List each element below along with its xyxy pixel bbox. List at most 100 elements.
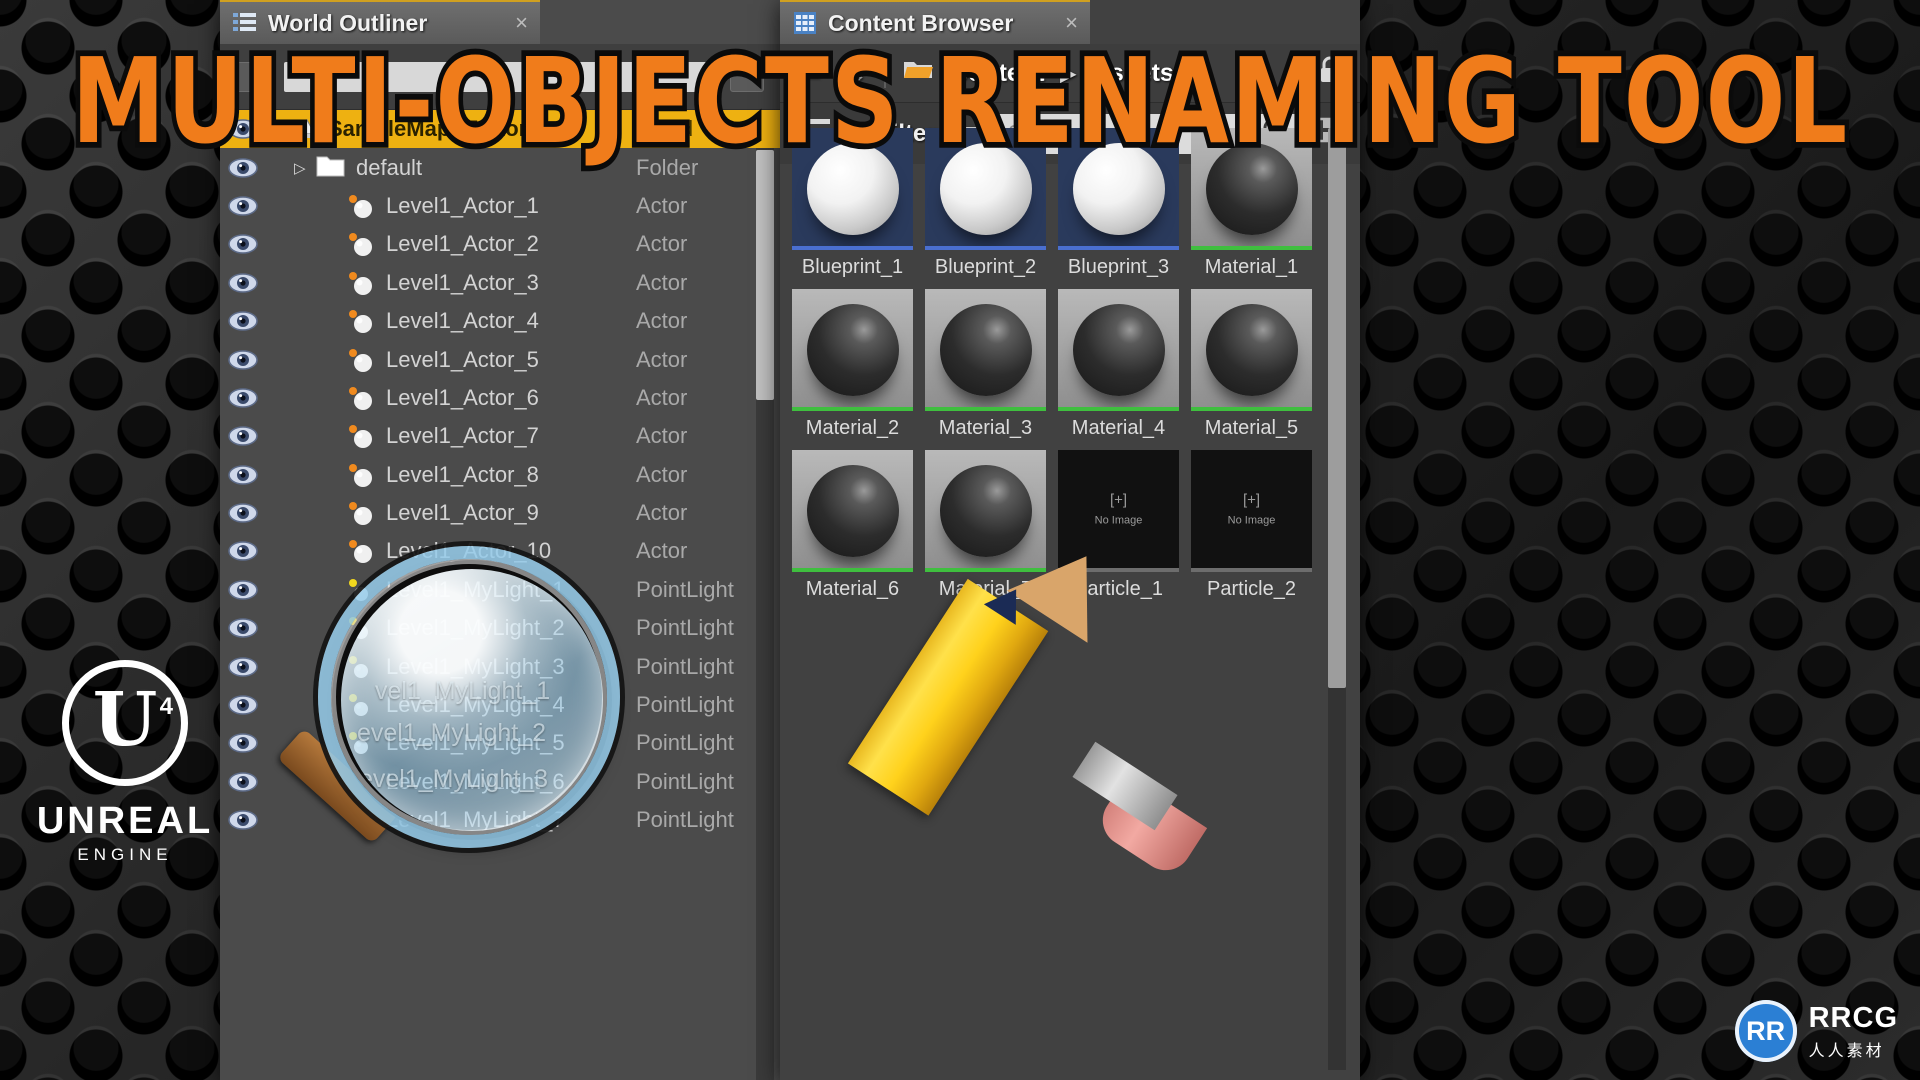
eye-icon[interactable]: [226, 272, 260, 294]
back-arrow-icon[interactable]: ←: [798, 58, 825, 89]
asset-thumbnail: [1058, 128, 1179, 250]
chevron-right-icon: ▶: [1189, 62, 1206, 85]
content-scrollbar-thumb[interactable]: [1328, 128, 1346, 688]
outliner-row[interactable]: Level1_MyLight_6 PointLight: [220, 763, 780, 801]
eye-icon[interactable]: [226, 157, 260, 179]
outliner-row[interactable]: Level1_Actor_10 Actor: [220, 532, 780, 570]
asset-item[interactable]: Material_2: [792, 289, 913, 440]
outliner-row[interactable]: Level1_Actor_2 Actor: [220, 225, 780, 263]
outliner-row[interactable]: Level1_Actor_5 Actor: [220, 340, 780, 378]
outliner-row[interactable]: Level1_MyLight_2 PointLight: [220, 609, 780, 647]
eye-icon[interactable]: [226, 771, 260, 793]
close-icon[interactable]: ×: [493, 12, 528, 34]
eye-icon[interactable]: [226, 233, 260, 255]
light-icon: [346, 575, 376, 605]
breadcrumb-assets[interactable]: Assets: [1092, 59, 1174, 88]
eye-icon[interactable]: [226, 656, 260, 678]
outliner-view-options-icon[interactable]: [236, 61, 270, 92]
eye-icon[interactable]: [226, 502, 260, 524]
outliner-row[interactable]: Level1_Actor_9 Actor: [220, 494, 780, 532]
light-icon: [346, 613, 376, 643]
asset-item[interactable]: Blueprint_3: [1058, 128, 1179, 279]
outliner-row[interactable]: ▷ default Folder: [220, 148, 780, 186]
eye-icon[interactable]: [226, 387, 260, 409]
actor-icon: [346, 421, 376, 451]
outliner-row-type: Actor: [636, 231, 688, 257]
outliner-row-type: PointLight: [636, 730, 734, 756]
outliner-row[interactable]: Level1_MyLight_5 PointLight: [220, 724, 780, 762]
outliner-row-type: PointLight: [636, 768, 734, 794]
asset-thumbnail: [792, 450, 913, 572]
outliner-row-type: Actor: [636, 308, 688, 334]
disclosure-triangle-icon[interactable]: ▷: [294, 159, 316, 177]
sphere-preview: [939, 143, 1032, 236]
eye-icon[interactable]: [226, 118, 260, 140]
actor-icon: [346, 306, 376, 336]
asset-item[interactable]: Material_6: [792, 450, 913, 601]
outliner-row[interactable]: Level1_MyLight_7 PointLight: [220, 801, 780, 839]
outliner-row-type: PointLight: [636, 576, 734, 602]
outliner-row-type: Actor: [636, 461, 688, 487]
outliner-row[interactable]: Level1_MyLight_3 PointLight: [220, 647, 780, 685]
asset-item[interactable]: Material_5: [1191, 289, 1312, 440]
outliner-row[interactable]: Level1_Actor_7 Actor: [220, 417, 780, 455]
asset-thumbnail: [792, 128, 913, 250]
outliner-row[interactable]: Level1_Actor_1 Actor: [220, 187, 780, 225]
asset-item[interactable]: [+] No Image Particle_2: [1191, 450, 1312, 601]
asset-item[interactable]: [+] No Image Particle_1: [1058, 450, 1179, 601]
outliner-row-label: Level1_Actor_5: [386, 346, 539, 372]
outliner-row[interactable]: Level1_MyLight_4 PointLight: [220, 686, 780, 724]
outliner-search-input[interactable]: [284, 61, 716, 92]
asset-name-label: Material_5: [1204, 417, 1299, 439]
asset-name-label: Material_6: [805, 578, 900, 600]
eye-icon[interactable]: [226, 732, 260, 754]
eye-icon[interactable]: [226, 809, 260, 831]
outliner-row-type: Actor: [636, 538, 688, 564]
asset-thumbnail: [925, 450, 1046, 572]
outliner-row-type: PointLight: [636, 653, 734, 679]
eye-icon[interactable]: [226, 349, 260, 371]
asset-item[interactable]: Material_7: [925, 450, 1046, 601]
unreal-logo-version: 4: [159, 693, 173, 720]
world-outliner-tab[interactable]: World Outliner ×: [220, 0, 540, 44]
eye-icon[interactable]: [226, 464, 260, 486]
asset-thumbnail: [1191, 289, 1312, 411]
no-image-placeholder: [+] No Image: [1094, 491, 1143, 527]
outliner-row-type: PointLight: [636, 807, 734, 833]
eye-icon[interactable]: [226, 694, 260, 716]
asset-name-label: Particle_1: [1074, 578, 1163, 600]
eye-icon[interactable]: [226, 617, 260, 639]
content-browser-navbar: ← → Content ▶ Assets ▶: [780, 44, 1360, 102]
outliner-row[interactable]: Level1_Actor_4 Actor: [220, 302, 780, 340]
asset-item[interactable]: Material_1: [1191, 128, 1312, 279]
outliner-tree: ▼ SampleMap (Editor) World ▷ default Folder Le…: [220, 110, 780, 1080]
asset-item[interactable]: Blueprint_2: [925, 128, 1046, 279]
asset-item[interactable]: Material_3: [925, 289, 1046, 440]
unreal-logo-ring: U 4: [62, 660, 188, 786]
outliner-row-type: PointLight: [636, 615, 734, 641]
outliner-settings-icon[interactable]: [730, 61, 764, 92]
lock-icon[interactable]: [1318, 56, 1342, 91]
eye-icon[interactable]: [226, 425, 260, 447]
close-icon[interactable]: ×: [1043, 12, 1078, 34]
breadcrumb-content[interactable]: Content: [950, 59, 1044, 88]
eye-icon[interactable]: [226, 195, 260, 217]
unreal-logo-subtitle: ENGINE: [77, 845, 173, 864]
asset-item[interactable]: Material_4: [1058, 289, 1179, 440]
disclosure-triangle-icon[interactable]: ▼: [266, 121, 288, 138]
asset-item[interactable]: Blueprint_1: [792, 128, 913, 279]
forward-arrow-icon[interactable]: →: [841, 58, 868, 89]
outliner-row-type: PointLight: [636, 692, 734, 718]
content-browser-tab[interactable]: Content Browser ×: [780, 0, 1090, 44]
outliner-row[interactable]: Level1_Actor_8 Actor: [220, 456, 780, 494]
outliner-row[interactable]: ▼ SampleMap (Editor) World: [220, 110, 780, 149]
outliner-row[interactable]: Level1_Actor_3 Actor: [220, 264, 780, 302]
asset-thumbnail: [1058, 289, 1179, 411]
eye-icon[interactable]: [226, 540, 260, 562]
eye-icon[interactable]: [226, 579, 260, 601]
outliner-row[interactable]: Level1_Actor_6 Actor: [220, 379, 780, 417]
outliner-row[interactable]: Level1_MyLight_1 PointLight: [220, 571, 780, 609]
world-outliner-toolbar: [220, 44, 780, 110]
eye-icon[interactable]: [226, 310, 260, 332]
content-browser-panel: Content Browser × ← → Content ▶ Assets ▶: [780, 0, 1360, 1080]
